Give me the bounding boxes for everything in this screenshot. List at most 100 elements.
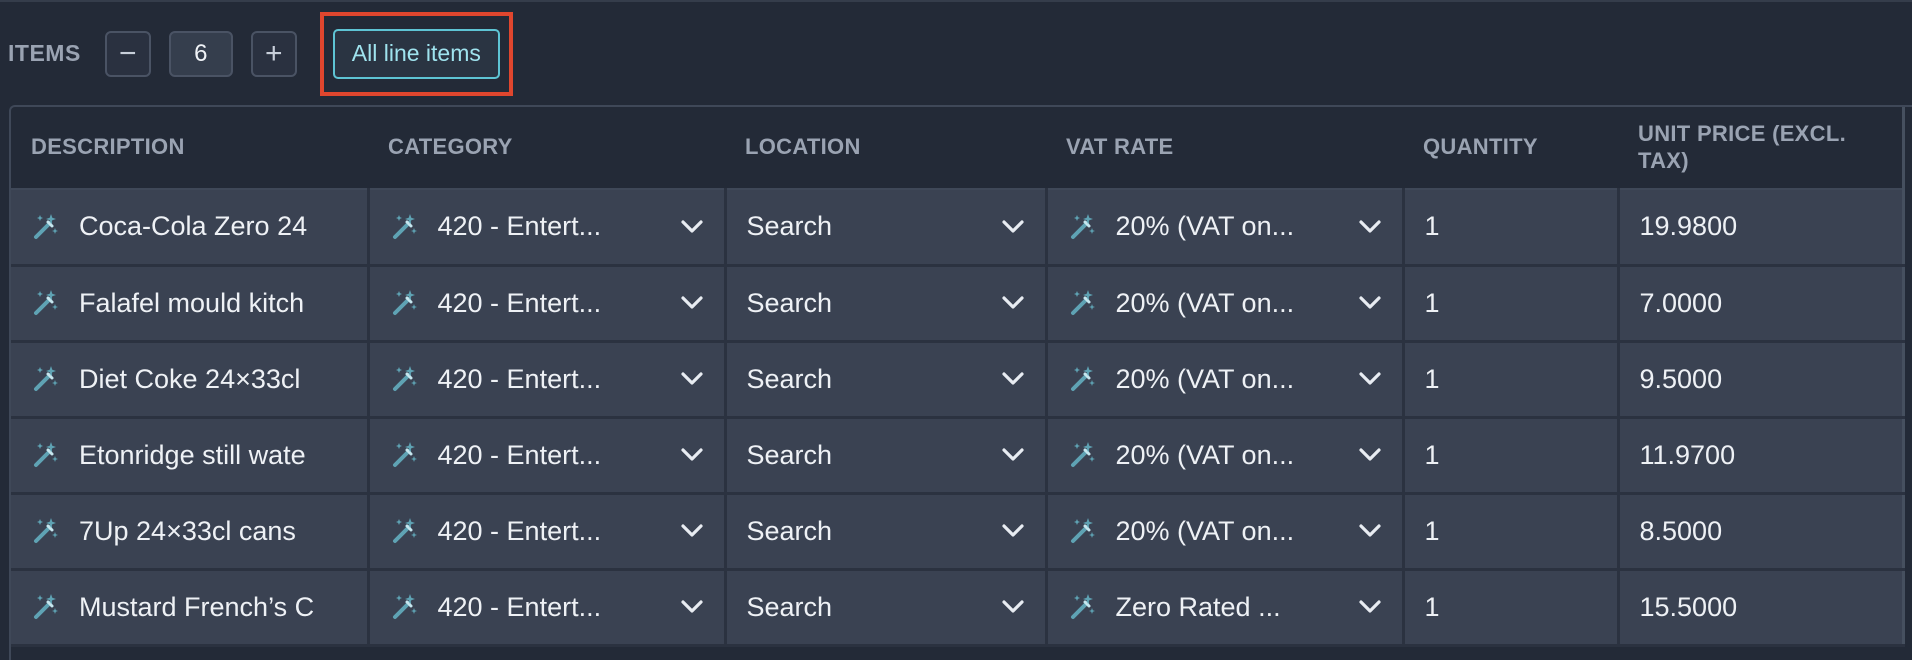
chevron-down-icon[interactable] [680,219,704,235]
category-select[interactable]: 420 - Entert... [368,493,727,571]
category-select[interactable]: 420 - Entert... [368,265,727,343]
description-cell[interactable]: Diet Coke 24×33cl [11,341,370,419]
vat-rate-value: 20% (VAT on... [1115,439,1295,470]
increment-button[interactable]: + [250,30,297,77]
all-line-items-button[interactable]: All line items [332,28,500,79]
chevron-down-icon[interactable] [680,523,704,539]
vat-rate-select[interactable]: Zero Rated ... [1046,569,1405,647]
unit-price-cell[interactable]: 7.0000 [1618,265,1905,343]
quantity-value: 1 [1424,363,1440,394]
highlight-box: All line items [319,11,513,96]
magic-wand-icon [392,518,417,543]
category-value: 420 - Entert... [437,287,602,318]
unit-price-cell[interactable]: 11.9700 [1618,417,1905,495]
magic-wand-icon [34,518,58,543]
column-header-category[interactable]: CATEGORY [368,107,725,190]
magic-wand-icon [34,213,58,239]
column-header-quantity[interactable]: QUANTITY [1403,107,1618,190]
vat-rate-value: 20% (VAT on... [1115,363,1295,394]
description-cell[interactable]: Etonridge still wate [11,417,370,495]
unit-price-value: 19.9800 [1639,211,1738,242]
chevron-down-icon[interactable] [1001,219,1025,235]
category-value: 420 - Entert... [437,591,602,622]
chevron-down-icon[interactable] [1001,295,1025,311]
description-cell[interactable]: Mustard French’s C [11,569,370,647]
location-select[interactable]: Search [725,341,1048,419]
chevron-down-icon[interactable] [680,371,704,387]
chevron-down-icon[interactable] [1001,447,1025,463]
quantity-value: 1 [1424,439,1440,470]
description-cell[interactable]: Coca-Cola Zero 24 [11,189,370,267]
description-value: Diet Coke 24×33cl [79,363,301,394]
magic-wand-icon [1070,442,1095,467]
description-value: 7Up 24×33cl cans [79,515,296,546]
chevron-down-icon[interactable] [1001,599,1025,615]
unit-price-value: 9.5000 [1639,363,1723,394]
quantity-cell[interactable]: 1 [1403,417,1620,495]
vat-rate-value: 20% (VAT on... [1115,211,1295,242]
quantity-cell[interactable]: 1 [1403,569,1620,647]
category-select[interactable]: 420 - Entert... [368,341,727,419]
quantity-cell[interactable]: 1 [1403,265,1620,343]
quantity-cell[interactable]: 1 [1403,341,1620,419]
chevron-down-icon[interactable] [1358,295,1382,311]
column-header-location[interactable]: LOCATION [725,107,1046,190]
unit-price-cell[interactable]: 8.5000 [1618,493,1905,571]
chevron-down-icon[interactable] [1358,371,1382,387]
quantity-value: 1 [1424,287,1440,318]
unit-price-cell[interactable]: 15.5000 [1618,569,1905,647]
chevron-down-icon[interactable] [1358,599,1382,615]
column-header-vat-rate[interactable]: VAT RATE [1046,107,1403,190]
quantity-cell[interactable]: 1 [1403,493,1620,571]
description-cell[interactable]: 7Up 24×33cl cans [11,493,370,571]
chevron-down-icon[interactable] [1358,447,1382,463]
location-select[interactable]: Search [725,189,1048,267]
line-items-grid: DESCRIPTION CATEGORY LOCATION VAT RATE Q… [9,105,1912,660]
vat-rate-value: Zero Rated ... [1115,591,1281,622]
vat-rate-select[interactable]: 20% (VAT on... [1046,189,1405,267]
items-toolbar: ITEMS − 6 + All line items [0,2,1912,105]
table-row: Etonridge still wate 420 - Entert... Sea… [11,417,1905,495]
decrement-button[interactable]: − [104,30,151,77]
location-placeholder: Search [746,515,833,546]
category-select[interactable]: 420 - Entert... [368,417,727,495]
items-label: ITEMS [8,40,81,66]
column-header-description[interactable]: DESCRIPTION [11,107,368,190]
chevron-down-icon[interactable] [1001,523,1025,539]
plus-icon: + [265,36,283,70]
chevron-down-icon[interactable] [680,599,704,615]
location-select[interactable]: Search [725,493,1048,571]
location-select[interactable]: Search [725,569,1048,647]
location-placeholder: Search [746,363,833,394]
unit-price-value: 8.5000 [1639,515,1723,546]
vat-rate-select[interactable]: 20% (VAT on... [1046,417,1405,495]
vat-rate-select[interactable]: 20% (VAT on... [1046,265,1405,343]
chevron-down-icon[interactable] [1358,219,1382,235]
magic-wand-icon [392,442,417,467]
vat-rate-select[interactable]: 20% (VAT on... [1046,493,1405,571]
chevron-down-icon[interactable] [1358,523,1382,539]
table-body: Coca-Cola Zero 24 420 - Entert... Search… [11,189,1905,647]
category-value: 420 - Entert... [437,439,602,470]
chevron-down-icon[interactable] [1001,371,1025,387]
column-header-unit-price[interactable]: UNIT PRICE (EXCL. TAX) [1618,107,1905,190]
location-select[interactable]: Search [725,417,1048,495]
category-select[interactable]: 420 - Entert... [368,189,727,267]
line-items-panel: ITEMS − 6 + All line items DESCRIPTION C… [0,0,1912,660]
quantity-cell[interactable]: 1 [1403,189,1620,267]
magic-wand-icon [34,442,58,467]
magic-wand-icon [1070,213,1095,239]
unit-price-value: 7.0000 [1639,287,1723,318]
location-placeholder: Search [746,591,833,622]
category-select[interactable]: 420 - Entert... [368,569,727,647]
chevron-down-icon[interactable] [680,295,704,311]
line-items-table: DESCRIPTION CATEGORY LOCATION VAT RATE Q… [11,107,1905,647]
unit-price-cell[interactable]: 9.5000 [1618,341,1905,419]
description-cell[interactable]: Falafel mould kitch [11,265,370,343]
unit-price-cell[interactable]: 19.9800 [1618,189,1905,267]
magic-wand-icon [392,594,417,619]
location-select[interactable]: Search [725,265,1048,343]
vat-rate-select[interactable]: 20% (VAT on... [1046,341,1405,419]
chevron-down-icon[interactable] [680,447,704,463]
item-count-field[interactable]: 6 [168,30,233,77]
